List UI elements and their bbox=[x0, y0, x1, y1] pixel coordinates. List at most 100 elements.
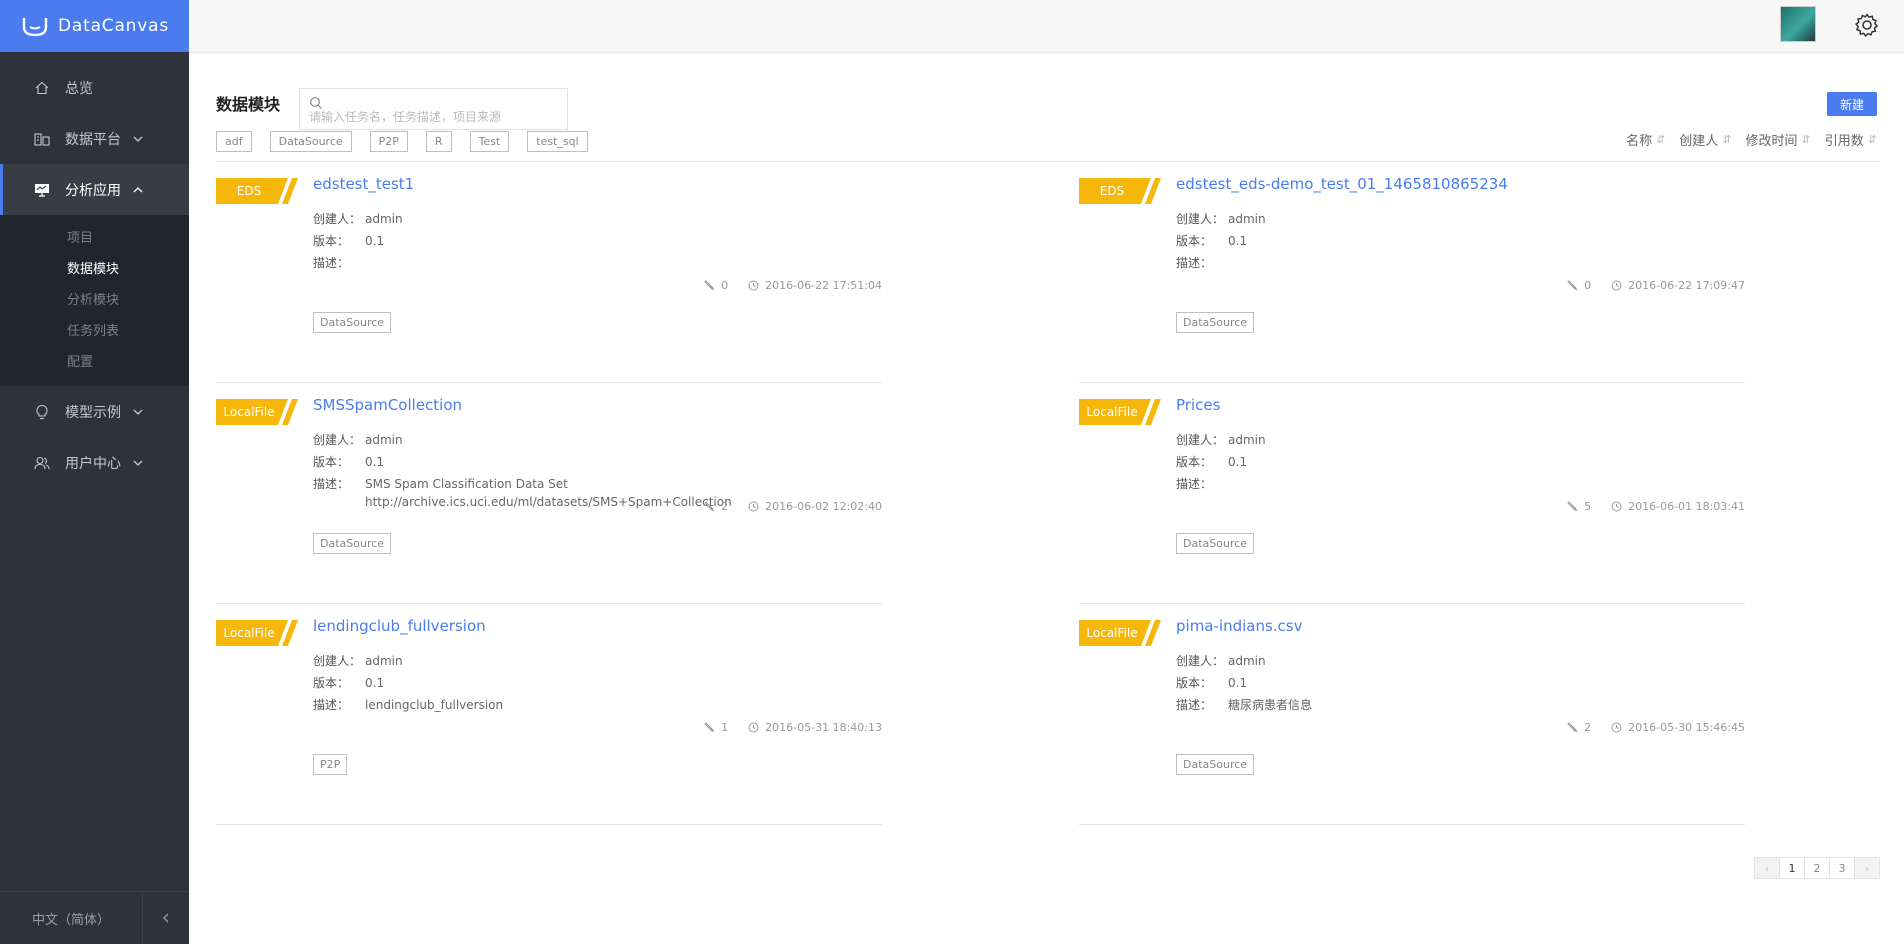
creator-label: 创建人： bbox=[313, 654, 362, 668]
main-nav-lower: 模型示例 用户中心 bbox=[0, 386, 189, 488]
badge-label: LocalFile bbox=[1086, 626, 1138, 640]
module-tag[interactable]: DataSource bbox=[313, 312, 392, 333]
subnav-item-task-list[interactable]: 任务列表 bbox=[0, 316, 189, 347]
prev-page-button[interactable]: ‹ bbox=[1754, 857, 1780, 879]
nav-label: 模型示例 bbox=[65, 404, 121, 421]
top-bar bbox=[189, 0, 1904, 53]
sort-by-creator[interactable]: 创建人 ⇵ bbox=[1679, 130, 1731, 149]
presentation-icon bbox=[33, 181, 51, 199]
page-button[interactable]: 1 bbox=[1779, 857, 1805, 879]
badge-label: EDS bbox=[236, 184, 262, 198]
creator-value: admin bbox=[1228, 654, 1266, 668]
nav-label: 分析应用 bbox=[65, 182, 121, 199]
ref-count: 0 bbox=[721, 279, 729, 292]
search-box[interactable] bbox=[299, 88, 568, 130]
nav-label: 总览 bbox=[65, 80, 93, 97]
badge-label: LocalFile bbox=[1086, 405, 1138, 419]
modified-time: 2016-06-01 18:03:41 bbox=[1628, 500, 1745, 513]
badge-label: LocalFile bbox=[223, 405, 275, 419]
brand[interactable]: DataCanvas bbox=[0, 0, 189, 52]
creator-label: 创建人： bbox=[313, 212, 362, 226]
description-value: 糖尿病患者信息 bbox=[1228, 698, 1313, 712]
module-stats: 0 2016-06-22 17:09:47 bbox=[1567, 279, 1745, 292]
version-label: 版本： bbox=[1176, 676, 1213, 690]
ref-count: 0 bbox=[1584, 279, 1592, 292]
filter-tag[interactable]: adf bbox=[216, 131, 252, 152]
source-type-badge: LocalFile bbox=[1079, 399, 1163, 425]
subnav-item-config[interactable]: 配置 bbox=[0, 347, 189, 378]
sort-by-ref-count[interactable]: 引用数 ⇵ bbox=[1825, 130, 1877, 149]
source-type-badge: LocalFile bbox=[1079, 620, 1163, 646]
creator-value: admin bbox=[1228, 212, 1266, 226]
pin-icon bbox=[704, 501, 715, 512]
module-stats: 0 2016-06-22 17:51:04 bbox=[704, 279, 882, 292]
page-button[interactable]: 3 bbox=[1829, 857, 1855, 879]
filter-tag[interactable]: P2P bbox=[369, 131, 408, 152]
module-name-link[interactable]: edstest_eds-demo_test_01_1465810865234 bbox=[1176, 175, 1508, 193]
module-tag[interactable]: DataSource bbox=[1176, 533, 1255, 554]
filter-tag[interactable]: R bbox=[425, 131, 452, 152]
next-page-button[interactable]: › bbox=[1854, 857, 1880, 879]
sort-options: 名称 ⇵ 创建人 ⇵ 修改时间 ⇵ 引用数 ⇵ bbox=[1612, 130, 1877, 149]
ref-count: 5 bbox=[1584, 500, 1592, 513]
subnav-item-analysis-modules[interactable]: 分析模块 bbox=[0, 285, 189, 316]
module-meta: 创建人： admin 版本： 0.1 描述： SMS Spam Classificatio… bbox=[313, 429, 732, 510]
description-value: SMS Spam Classification Data Set bbox=[365, 477, 568, 491]
badge-label: EDS bbox=[1099, 184, 1125, 198]
pin-icon bbox=[704, 280, 715, 291]
language-switch[interactable]: 中文（简体） bbox=[0, 892, 143, 944]
page-button[interactable]: 2 bbox=[1804, 857, 1830, 879]
nav-item-user-center[interactable]: 用户中心 bbox=[0, 437, 189, 488]
collapse-sidebar-button[interactable] bbox=[143, 892, 189, 944]
creator-value: admin bbox=[365, 212, 403, 226]
sort-label: 修改时间 bbox=[1745, 134, 1798, 149]
description-value: lendingclub_fullversion bbox=[365, 698, 504, 712]
sort-by-modified-time[interactable]: 修改时间 ⇵ bbox=[1746, 130, 1811, 149]
chevron-down-icon bbox=[133, 460, 143, 466]
ref-count: 2 bbox=[1584, 721, 1592, 734]
module-tag[interactable]: DataSource bbox=[1176, 312, 1255, 333]
nav-item-model-examples[interactable]: 模型示例 bbox=[0, 386, 189, 437]
module-name-link[interactable]: Prices bbox=[1176, 396, 1220, 414]
filter-tag[interactable]: DataSource bbox=[269, 131, 352, 152]
nav-item-data-platform[interactable]: 数据平台 bbox=[0, 113, 189, 164]
module-name-link[interactable]: lendingclub_fullversion bbox=[313, 617, 486, 635]
module-name-link[interactable]: edstest_test1 bbox=[313, 175, 414, 193]
module-name-link[interactable]: SMSSpamCollection bbox=[313, 396, 462, 414]
description-label: 描述： bbox=[313, 477, 350, 491]
subnav-item-projects[interactable]: 项目 bbox=[0, 223, 189, 254]
nav-item-analytics[interactable]: 分析应用 bbox=[0, 164, 189, 215]
new-button[interactable]: 新建 bbox=[1827, 92, 1877, 116]
module-name-link[interactable]: pima-indians.csv bbox=[1176, 617, 1303, 635]
gear-icon[interactable] bbox=[1854, 12, 1880, 38]
module-meta: 创建人： admin 版本： 0.1 描述： bbox=[1176, 429, 1266, 495]
sort-arrows-icon: ⇵ bbox=[1801, 133, 1811, 146]
version-value: 0.1 bbox=[365, 676, 385, 690]
module-stats: 2 2016-05-30 15:46:45 bbox=[1567, 721, 1745, 734]
filter-tag[interactable]: Test bbox=[469, 131, 510, 152]
clock-icon bbox=[748, 280, 759, 291]
creator-label: 创建人： bbox=[1176, 654, 1225, 668]
clock-icon bbox=[748, 501, 759, 512]
analytics-subnav: 项目 数据模块 分析模块 任务列表 配置 bbox=[0, 215, 189, 386]
description-label: 描述： bbox=[313, 256, 350, 270]
nav-item-overview[interactable]: 总览 bbox=[0, 62, 189, 113]
module-tag[interactable]: DataSource bbox=[1176, 754, 1255, 775]
module-card: LocalFile SMSSpamCollection 创建人： admin 版本： 0.… bbox=[216, 383, 882, 604]
source-type-badge: EDS bbox=[1079, 178, 1163, 204]
module-tag[interactable]: P2P bbox=[313, 754, 348, 775]
sort-label: 名称 bbox=[1626, 134, 1653, 149]
version-value: 0.1 bbox=[1228, 234, 1248, 248]
sort-by-name[interactable]: 名称 ⇵ bbox=[1626, 130, 1665, 149]
source-type-badge: LocalFile bbox=[216, 620, 300, 646]
description-label: 描述： bbox=[1176, 477, 1213, 491]
pin-icon bbox=[704, 722, 715, 733]
search-input[interactable] bbox=[309, 110, 559, 124]
sort-arrows-icon: ⇵ bbox=[1722, 133, 1732, 146]
filter-tag[interactable]: test_sql bbox=[527, 131, 588, 152]
version-label: 版本： bbox=[313, 676, 350, 690]
module-tag[interactable]: DataSource bbox=[313, 533, 392, 554]
subnav-item-data-modules[interactable]: 数据模块 bbox=[0, 254, 189, 285]
module-stats: 1 2016-05-31 18:40:13 bbox=[704, 721, 882, 734]
avatar[interactable] bbox=[1780, 6, 1816, 42]
